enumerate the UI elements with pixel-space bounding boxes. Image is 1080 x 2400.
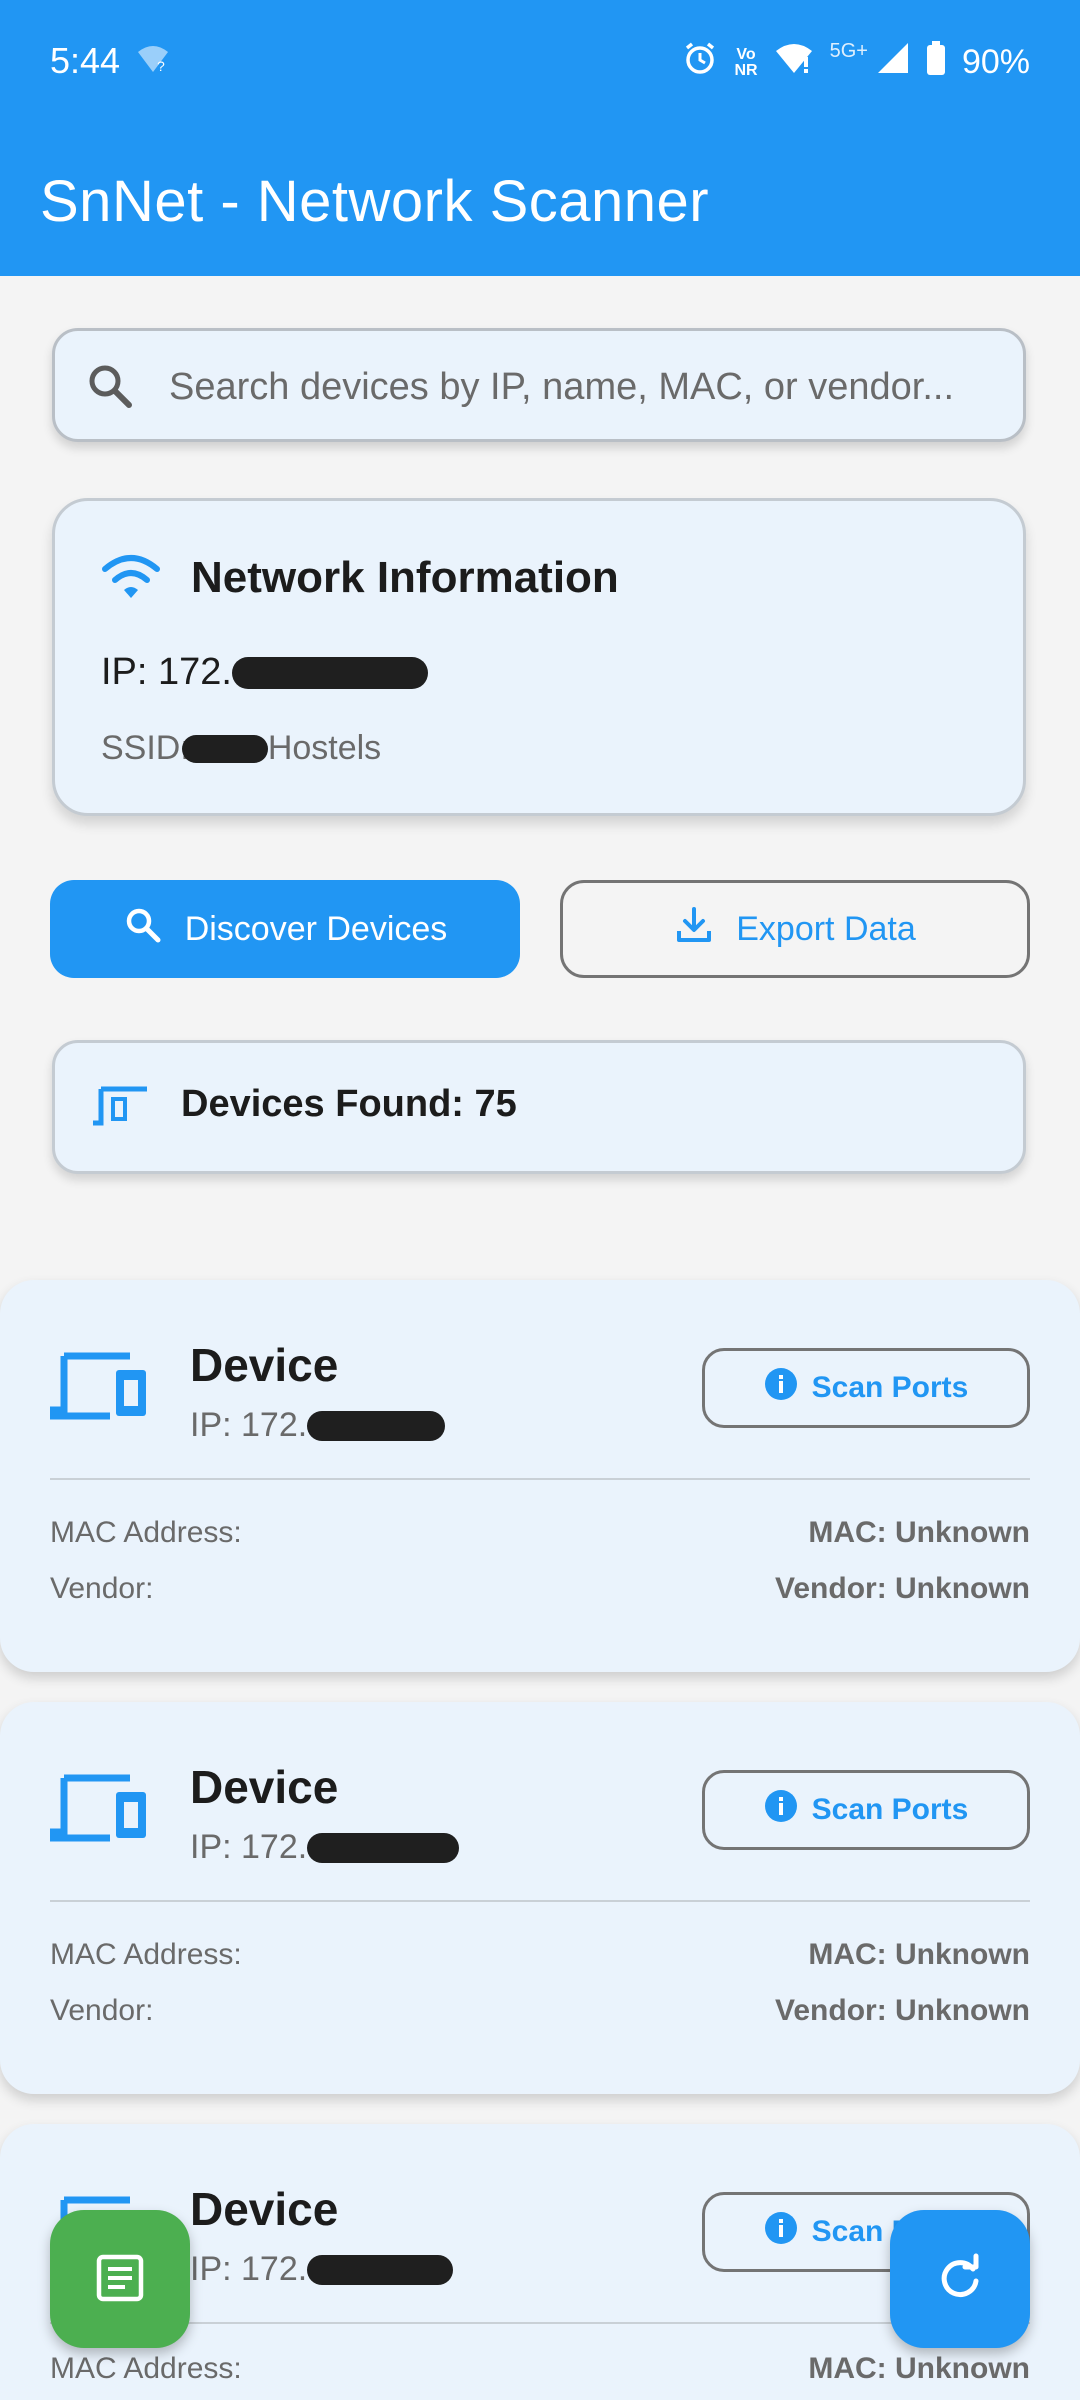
- vendor-key: Vendor:: [50, 1572, 154, 1605]
- mac-row: MAC Address: MAC: Unknown: [50, 1938, 1030, 1972]
- app-bar: 5:44 ? Vo NR 5G+ 90% SnNet - Network Sca…: [0, 0, 1080, 276]
- vendor-value: Vendor: Unknown: [775, 1572, 1030, 1605]
- refresh-icon: [935, 2253, 985, 2306]
- network-info-title: Network Information: [191, 553, 619, 602]
- info-icon: [764, 2211, 798, 2253]
- info-icon: [764, 1789, 798, 1831]
- battery-icon: [926, 41, 946, 84]
- network-ip-prefix: IP: 172.: [101, 651, 232, 693]
- device-ip: IP: 172.: [190, 2250, 454, 2289]
- device-ip: IP: 172.: [190, 1828, 460, 1867]
- device-ip-prefix: IP: 172.: [190, 1828, 308, 1866]
- wifi-question-icon: ?: [136, 44, 170, 79]
- battery-level: 90%: [961, 43, 1030, 81]
- export-data-label: Export Data: [736, 909, 916, 948]
- search-icon: [123, 905, 163, 954]
- signal-icon: [876, 41, 910, 84]
- redaction: [307, 1832, 460, 1863]
- refresh-fab[interactable]: [890, 2210, 1030, 2348]
- network-type: 5G+: [829, 40, 868, 62]
- mac-value: MAC: Unknown: [808, 1938, 1030, 1971]
- export-data-button[interactable]: Export Data: [560, 880, 1030, 978]
- divider: [50, 2322, 1030, 2324]
- mac-value: MAC: Unknown: [808, 1516, 1030, 1549]
- mac-row: MAC Address: MAC: Unknown: [50, 2352, 1030, 2386]
- redaction: [307, 2254, 454, 2285]
- status-bar: 5:44 ? Vo NR 5G+ 90%: [0, 0, 1080, 124]
- page-title: SnNet - Network Scanner: [40, 169, 710, 234]
- redaction: [307, 1410, 446, 1441]
- vendor-row: Vendor: Vendor: Unknown: [50, 1572, 1030, 1606]
- notes-fab[interactable]: [50, 2210, 190, 2348]
- scan-ports-button[interactable]: Scan Ports: [702, 1348, 1030, 1428]
- devices-icon: [48, 1350, 150, 1427]
- scan-ports-label: Scan Ports: [811, 1793, 969, 1826]
- device-card[interactable]: Device IP: 172. Scan Ports MAC Address: …: [0, 1280, 1080, 1672]
- devices-found-card: Devices Found: 75: [52, 1040, 1026, 1174]
- device-ip-prefix: IP: 172.: [190, 2250, 308, 2288]
- alarm-icon: [682, 40, 718, 85]
- device-card[interactable]: Device IP: 172. Scan Ports MAC Address: …: [0, 1702, 1080, 2094]
- volte-indicator: Vo NR: [734, 45, 758, 79]
- device-ip: IP: 172.: [190, 1406, 446, 1445]
- mac-value: MAC: Unknown: [808, 2352, 1030, 2385]
- device-ip-prefix: IP: 172.: [190, 1406, 308, 1444]
- notes-icon: [95, 2253, 145, 2306]
- status-time: 5:44: [50, 40, 121, 81]
- mac-key: MAC Address:: [50, 1938, 242, 1971]
- device-name: Device: [190, 1339, 339, 1391]
- mac-key: MAC Address:: [50, 1516, 242, 1549]
- mac-row: MAC Address: MAC: Unknown: [50, 1516, 1030, 1550]
- vendor-row: Vendor: Vendor: Unknown: [50, 1994, 1030, 2028]
- wifi-alert-icon: [774, 41, 814, 84]
- volte-label-top: Vo: [736, 45, 756, 63]
- volte-label-bottom: NR: [734, 61, 758, 79]
- redaction: [231, 656, 428, 689]
- network-ssid: SSID: Hostels: [101, 729, 381, 768]
- discover-devices-button[interactable]: Discover Devices: [50, 880, 520, 978]
- divider: [50, 1478, 1030, 1480]
- search-bar[interactable]: [52, 328, 1026, 442]
- divider: [50, 1900, 1030, 1902]
- svg-text:?: ?: [157, 58, 165, 74]
- download-icon: [674, 905, 714, 954]
- redaction: [181, 734, 268, 763]
- vendor-key: Vendor:: [50, 1994, 154, 2027]
- network-ssid-suffix: Hostels: [267, 729, 382, 767]
- info-icon: [764, 1367, 798, 1409]
- network-ssid-prefix: SSID:: [101, 729, 190, 767]
- mac-key: MAC Address:: [50, 2352, 242, 2385]
- discover-devices-label: Discover Devices: [184, 909, 448, 948]
- scan-ports-button[interactable]: Scan Ports: [702, 1770, 1030, 1850]
- vendor-value: Vendor: Unknown: [775, 1994, 1030, 2027]
- search-icon: [85, 361, 137, 418]
- device-name: Device: [190, 1761, 339, 1813]
- devices-icon: [48, 1772, 150, 1849]
- network-info-card: Network Information IP: 172. SSID: Hoste…: [52, 498, 1026, 816]
- network-ip: IP: 172.: [101, 651, 428, 694]
- scan-ports-label: Scan Ports: [811, 1371, 969, 1404]
- wifi-icon: [101, 553, 161, 606]
- devices-icon: [91, 1081, 151, 1136]
- devices-found-label: Devices Found: 75: [181, 1083, 517, 1125]
- device-name: Device: [190, 2183, 339, 2235]
- search-input[interactable]: [167, 351, 1011, 423]
